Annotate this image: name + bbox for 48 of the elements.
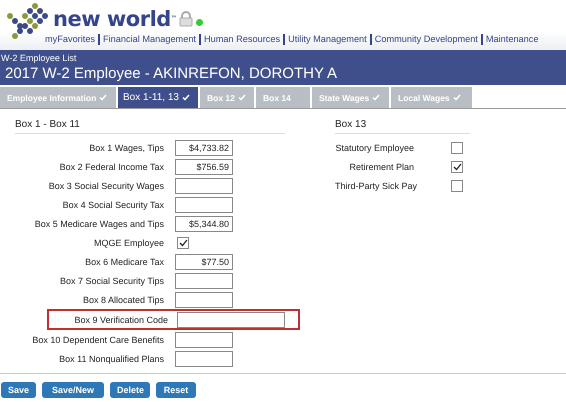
checkbox-label: Statutory Employee xyxy=(335,142,415,152)
input-field[interactable] xyxy=(175,196,233,212)
nav-link[interactable]: Financial Management xyxy=(98,34,199,45)
field-label: Box 10 Dependent Care Benefits xyxy=(31,334,165,344)
action-button[interactable]: Save/New xyxy=(42,382,104,398)
lock-icon xyxy=(179,11,194,27)
field-label: MQGE Employee xyxy=(92,238,165,248)
checkbox-label: Retirement Plan xyxy=(348,162,415,172)
page-title: 2017 W-2 Employee - AKINREFON, DOROTHY A xyxy=(4,64,338,84)
action-button[interactable]: Reset xyxy=(156,382,196,398)
breadcrumb-link[interactable]: W-2 Employee List xyxy=(1,50,566,64)
input-field[interactable] xyxy=(175,272,233,288)
checkbox[interactable] xyxy=(177,236,189,248)
action-button[interactable]: Delete xyxy=(110,382,150,398)
field-label: Box 2 Federal Income Tax xyxy=(58,162,165,172)
field-label: Box 1 Wages, Tips xyxy=(88,142,165,152)
field-label: Box 3 Social Security Wages xyxy=(48,180,165,190)
field-label: Box 5 Medicare Wages and Tips xyxy=(34,218,165,228)
input-field[interactable] xyxy=(175,292,233,308)
nav-link[interactable]: Utility Management xyxy=(283,34,370,45)
status-dot-icon xyxy=(196,18,204,26)
field-label: Box 4 Social Security Tax xyxy=(62,200,165,210)
input-field[interactable] xyxy=(175,350,233,366)
field-label: Box 7 Social Security Tips xyxy=(58,276,165,286)
input-field[interactable]: $4,733.82 xyxy=(175,140,233,156)
nav-link[interactable]: Community Development xyxy=(370,34,481,45)
checkbox[interactable] xyxy=(451,180,463,192)
input-field[interactable] xyxy=(175,178,233,194)
input-field[interactable]: $77.50 xyxy=(175,254,233,270)
checkbox[interactable] xyxy=(451,160,463,172)
field-label: Box 9 Verification Code xyxy=(73,314,169,324)
checkbox-label: Third-Party Sick Pay xyxy=(335,180,418,190)
input-field[interactable]: $756.59 xyxy=(175,158,233,174)
action-button[interactable]: Save xyxy=(1,382,36,398)
input-field[interactable] xyxy=(175,332,233,348)
section-heading: Box 13 xyxy=(335,119,470,134)
nav-link[interactable]: myFavorites xyxy=(42,34,98,45)
nav-link[interactable]: Maintenance xyxy=(480,34,542,45)
field-label: Box 11 Nonqualified Plans xyxy=(58,354,165,364)
field-label: Box 8 Allocated Tips xyxy=(82,294,165,304)
section-heading: Box 1 - Box 11 xyxy=(15,119,285,134)
input-field[interactable]: $5,344.80 xyxy=(175,216,233,232)
logo-text: new world$^{™}$ xyxy=(53,6,176,32)
input-field[interactable] xyxy=(177,312,285,328)
tab[interactable]: Box 1-11, 13 xyxy=(118,87,198,108)
nav-link[interactable]: Human Resources xyxy=(198,34,284,45)
field-label: Box 6 Medicare Tax xyxy=(84,256,165,266)
checkbox[interactable] xyxy=(451,142,463,154)
